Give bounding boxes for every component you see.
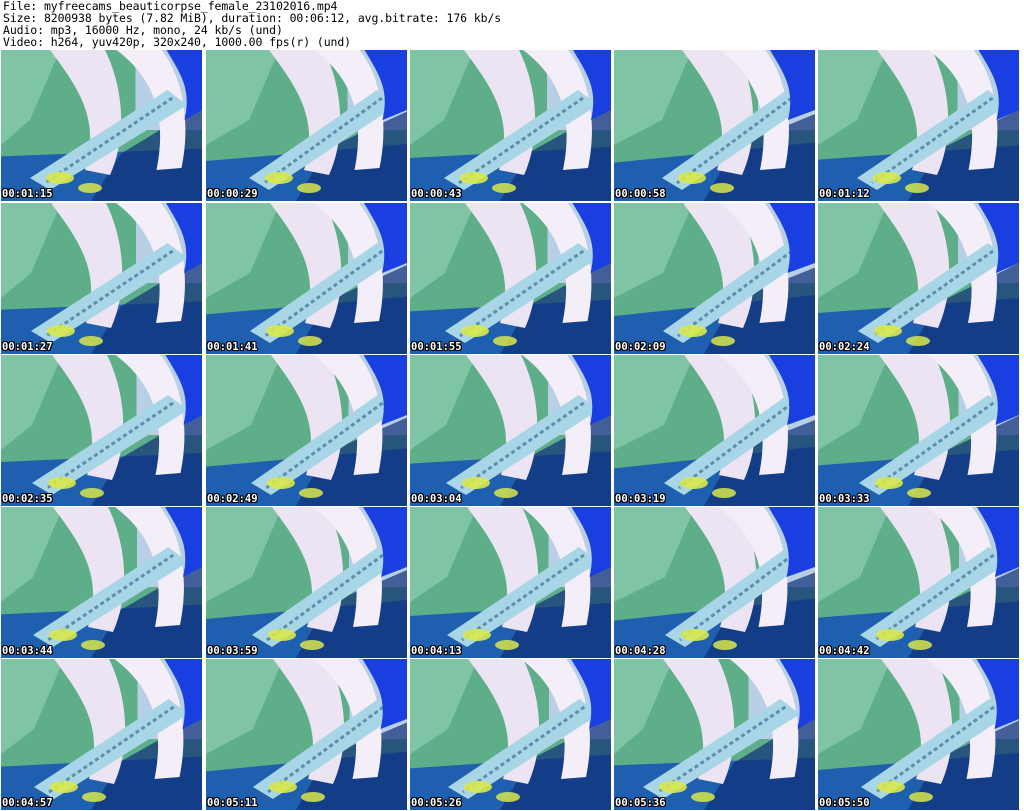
file-info-header: File: myfreecams_beauticorpse_female_231…: [0, 0, 1024, 50]
video-frame-image: [206, 507, 407, 658]
thumbnail-timestamp: 00:01:15: [2, 188, 53, 200]
video-frame-image: [206, 50, 407, 201]
video-thumbnail: 00:02:49: [206, 355, 407, 506]
video-thumbnail: 00:05:11: [206, 659, 407, 810]
thumbnail-timestamp: 00:01:41: [207, 341, 258, 353]
thumbnail-timestamp: 00:00:29: [207, 188, 258, 200]
thumbnail-timestamp: 00:03:04: [411, 493, 462, 505]
video-thumbnail: 00:02:09: [614, 203, 815, 354]
video-thumbnail: 00:01:55: [410, 203, 611, 354]
video-frame-image: [410, 50, 611, 201]
video-frame-image: [410, 355, 611, 506]
thumbnail-grid: 00:01:15 00:00:29 00:00:43 00:00:58 00:01:12…: [0, 50, 1024, 811]
video-frame-image: [614, 659, 815, 810]
video-thumbnail: 00:05:50: [818, 659, 1019, 810]
thumbnail-timestamp: 00:03:19: [615, 493, 666, 505]
video-thumbnail: 00:03:04: [410, 355, 611, 506]
video-thumbnail: 00:04:57: [1, 659, 202, 810]
video-frame-image: [818, 50, 1019, 201]
video-frame-image: [818, 203, 1019, 354]
video-frame-image: [1, 355, 202, 506]
video-frame-image: [1, 659, 202, 810]
video-frame-image: [206, 355, 407, 506]
video-frame-image: [410, 203, 611, 354]
video-thumbnail: 00:03:59: [206, 507, 407, 658]
video-frame-image: [818, 659, 1019, 810]
video-thumbnail: 00:00:58: [614, 50, 815, 201]
thumbnail-timestamp: 00:03:33: [819, 493, 870, 505]
video-thumbnail: 00:03:19: [614, 355, 815, 506]
video-frame-image: [614, 203, 815, 354]
video-frame-image: [1, 50, 202, 201]
video-thumbnail: 00:03:44: [1, 507, 202, 658]
video-thumbnail: 00:02:24: [818, 203, 1019, 354]
thumbnail-timestamp: 00:05:26: [411, 797, 462, 809]
video-thumbnail: 00:05:36: [614, 659, 815, 810]
thumbnail-timestamp: 00:02:49: [207, 493, 258, 505]
thumbnail-timestamp: 00:01:27: [2, 341, 53, 353]
video-thumbnail: 00:04:28: [614, 507, 815, 658]
video-thumbnail: 00:04:13: [410, 507, 611, 658]
thumbnail-timestamp: 00:02:24: [819, 341, 870, 353]
video-frame-image: [614, 355, 815, 506]
video-frame-image: [818, 355, 1019, 506]
video-info-line: Video: h264, yuv420p, 320x240, 1000.00 f…: [3, 35, 352, 49]
video-frame-image: [410, 507, 611, 658]
thumbnail-timestamp: 00:04:42: [819, 645, 870, 657]
thumbnail-timestamp: 00:04:13: [411, 645, 462, 657]
video-thumbnail: 00:04:42: [818, 507, 1019, 658]
thumbnail-timestamp: 00:01:55: [411, 341, 462, 353]
video-thumbnail: 00:01:27: [1, 203, 202, 354]
thumbnail-timestamp: 00:00:58: [615, 188, 666, 200]
video-thumbnail: 00:05:26: [410, 659, 611, 810]
video-thumbnail: 00:01:41: [206, 203, 407, 354]
thumbnail-timestamp: 00:01:12: [819, 188, 870, 200]
thumbnail-timestamp: 00:05:11: [207, 797, 258, 809]
video-frame-image: [614, 507, 815, 658]
thumbnail-timestamp: 00:04:28: [615, 645, 666, 657]
video-frame-image: [818, 507, 1019, 658]
video-frame-image: [1, 203, 202, 354]
video-frame-image: [206, 659, 407, 810]
thumbnail-timestamp: 00:05:50: [819, 797, 870, 809]
video-thumbnail: 00:00:29: [206, 50, 407, 201]
video-frame-image: [410, 659, 611, 810]
thumbnail-timestamp: 00:04:57: [2, 797, 53, 809]
thumbnail-timestamp: 00:02:35: [2, 493, 53, 505]
video-thumbnail: 00:01:12: [818, 50, 1019, 201]
video-thumbnail: 00:00:43: [410, 50, 611, 201]
video-frame-image: [1, 507, 202, 658]
video-thumbnail: 00:02:35: [1, 355, 202, 506]
thumbnail-timestamp: 00:02:09: [615, 341, 666, 353]
thumbnail-timestamp: 00:00:43: [411, 188, 462, 200]
thumbnail-timestamp: 00:03:44: [2, 645, 53, 657]
thumbnail-timestamp: 00:05:36: [615, 797, 666, 809]
video-thumbnail: 00:03:33: [818, 355, 1019, 506]
video-frame-image: [206, 203, 407, 354]
video-thumbnail: 00:01:15: [1, 50, 202, 201]
video-frame-image: [614, 50, 815, 201]
thumbnail-timestamp: 00:03:59: [207, 645, 258, 657]
